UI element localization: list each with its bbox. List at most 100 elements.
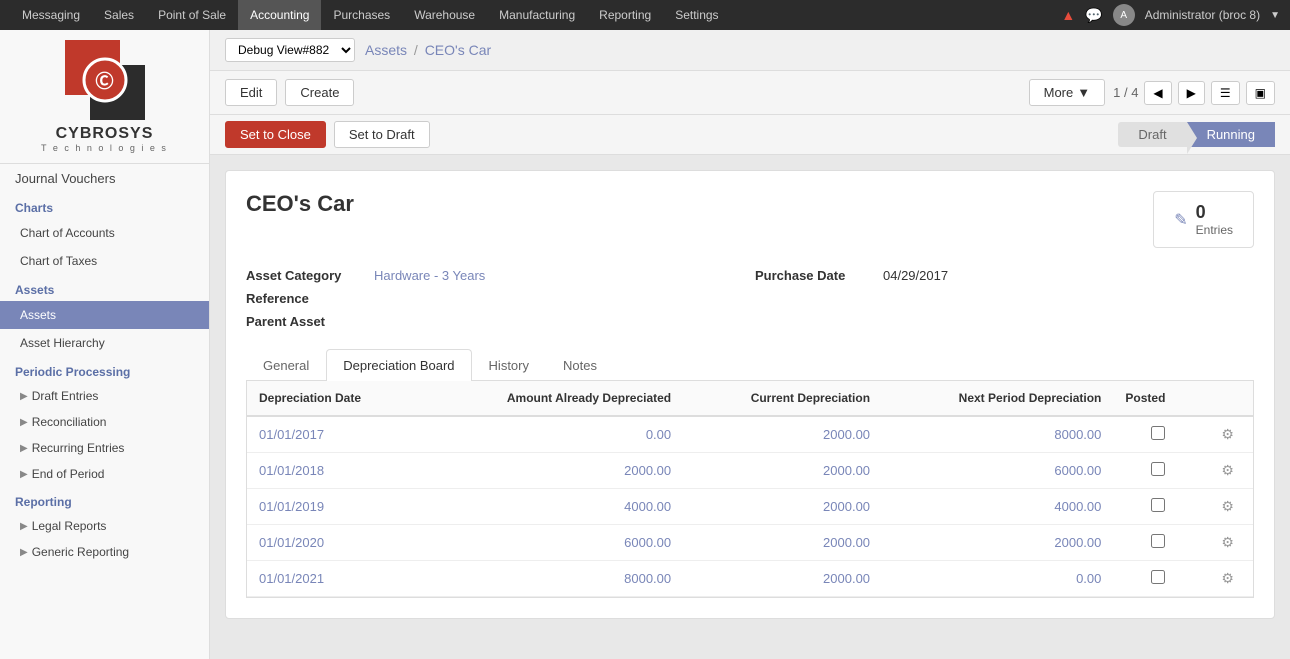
cell-action-2[interactable]: ⚙ bbox=[1202, 489, 1253, 525]
cell-posted-3[interactable] bbox=[1113, 525, 1202, 561]
nav-pos[interactable]: Point of Sale bbox=[146, 0, 238, 30]
cell-action-4[interactable]: ⚙ bbox=[1202, 561, 1253, 597]
table-row: 01/01/2018 2000.00 2000.00 6000.00 ⚙ bbox=[247, 453, 1253, 489]
cell-date-1[interactable]: 01/01/2018 bbox=[247, 453, 422, 489]
nav-manufacturing[interactable]: Manufacturing bbox=[487, 0, 587, 30]
cell-amount-already-1: 2000.00 bbox=[422, 453, 683, 489]
content-area: Debug View#882 Assets / CEO's Car Edit C… bbox=[210, 30, 1290, 659]
sidebar-item-end-of-period[interactable]: ▶ End of Period bbox=[0, 461, 209, 487]
step-running[interactable]: Running bbox=[1187, 122, 1275, 147]
cell-amount-already-0: 0.00 bbox=[422, 416, 683, 453]
nav-accounting[interactable]: Accounting bbox=[238, 0, 321, 30]
cell-date-2[interactable]: 01/01/2019 bbox=[247, 489, 422, 525]
parent-asset-row: Parent Asset bbox=[246, 314, 745, 329]
nav-sales[interactable]: Sales bbox=[92, 0, 146, 30]
arrow-icon: ▶ bbox=[20, 417, 28, 428]
cell-action-3[interactable]: ⚙ bbox=[1202, 525, 1253, 561]
sidebar-item-legal-reports[interactable]: ▶ Legal Reports bbox=[0, 513, 209, 539]
sidebar-item-assets[interactable]: Assets bbox=[0, 301, 209, 329]
nav-purchases[interactable]: Purchases bbox=[321, 0, 402, 30]
debug-select[interactable]: Debug View#882 bbox=[225, 38, 355, 62]
sidebar-section-periodic: Periodic Processing bbox=[0, 357, 209, 383]
asset-card: CEO's Car ✎ 0 Entries Asset Category bbox=[225, 170, 1275, 619]
entries-box[interactable]: ✎ 0 Entries bbox=[1153, 191, 1254, 248]
set-to-close-button[interactable]: Set to Close bbox=[225, 121, 326, 148]
list-view-button[interactable]: ☰ bbox=[1211, 81, 1240, 105]
logo-box: Ⓒ bbox=[65, 40, 145, 120]
sidebar-item-chart-of-accounts[interactable]: Chart of Accounts bbox=[0, 219, 209, 247]
dropdown-arrow-icon: ▼ bbox=[1077, 85, 1090, 100]
nav-settings[interactable]: Settings bbox=[663, 0, 730, 30]
logo-inner: Ⓒ bbox=[96, 67, 114, 93]
table-row: 01/01/2020 6000.00 2000.00 2000.00 ⚙ bbox=[247, 525, 1253, 561]
cell-posted-4[interactable] bbox=[1113, 561, 1202, 597]
sidebar-item-journal-vouchers[interactable]: Journal Vouchers bbox=[0, 164, 209, 193]
create-button[interactable]: Create bbox=[285, 79, 354, 106]
user-dropdown-icon[interactable]: ▼ bbox=[1270, 10, 1280, 21]
cell-posted-1[interactable] bbox=[1113, 453, 1202, 489]
asset-category-value[interactable]: Hardware - 3 Years bbox=[374, 268, 485, 283]
arrow-icon: ▶ bbox=[20, 391, 28, 402]
card-view-button[interactable]: ▣ bbox=[1246, 81, 1275, 105]
purchase-date-value: 04/29/2017 bbox=[883, 268, 948, 283]
cell-date-4[interactable]: 01/01/2021 bbox=[247, 561, 422, 597]
cell-next-period-2: 4000.00 bbox=[882, 489, 1113, 525]
sidebar-item-draft-entries[interactable]: ▶ Draft Entries bbox=[0, 383, 209, 409]
table-row: 01/01/2017 0.00 2000.00 8000.00 ⚙ bbox=[247, 416, 1253, 453]
step-draft[interactable]: Draft bbox=[1118, 122, 1186, 147]
breadcrumb-parent[interactable]: Assets bbox=[365, 42, 407, 58]
nav-warehouse[interactable]: Warehouse bbox=[402, 0, 487, 30]
nav-messaging[interactable]: Messaging bbox=[10, 0, 92, 30]
chat-icon[interactable]: 💬 bbox=[1085, 7, 1102, 24]
page-nav: 1 / 4 bbox=[1113, 85, 1138, 100]
nav-reporting[interactable]: Reporting bbox=[587, 0, 663, 30]
top-nav-right: ▲ 💬 A Administrator (broc 8) ▼ bbox=[1061, 4, 1280, 26]
cell-action-0[interactable]: ⚙ bbox=[1202, 416, 1253, 453]
asset-title: CEO's Car bbox=[246, 191, 354, 217]
cell-date-3[interactable]: 01/01/2020 bbox=[247, 525, 422, 561]
col-amount-already: Amount Already Depreciated bbox=[422, 381, 683, 416]
tab-depreciation-board[interactable]: Depreciation Board bbox=[326, 349, 471, 381]
breadcrumb-separator: / bbox=[414, 42, 418, 58]
cell-current-dep-4: 2000.00 bbox=[683, 561, 882, 597]
sidebar-item-reconciliation[interactable]: ▶ Reconciliation bbox=[0, 409, 209, 435]
sidebar-item-recurring-entries[interactable]: ▶ Recurring Entries bbox=[0, 435, 209, 461]
cell-current-dep-0: 2000.00 bbox=[683, 416, 882, 453]
cell-amount-already-4: 8000.00 bbox=[422, 561, 683, 597]
tab-notes[interactable]: Notes bbox=[546, 349, 614, 381]
brand-name: CYBROSYS bbox=[41, 125, 168, 143]
cell-posted-2[interactable] bbox=[1113, 489, 1202, 525]
cell-next-period-4: 0.00 bbox=[882, 561, 1113, 597]
cell-posted-0[interactable] bbox=[1113, 416, 1202, 453]
set-to-draft-button[interactable]: Set to Draft bbox=[334, 121, 430, 148]
cell-amount-already-2: 4000.00 bbox=[422, 489, 683, 525]
status-bar: Set to Close Set to Draft Draft Running bbox=[210, 115, 1290, 155]
cell-date-0[interactable]: 01/01/2017 bbox=[247, 416, 422, 453]
arrow-icon: ▶ bbox=[20, 443, 28, 454]
col-depreciation-date: Depreciation Date bbox=[247, 381, 422, 416]
alert-icon[interactable]: ▲ bbox=[1061, 7, 1075, 23]
table-body: 01/01/2017 0.00 2000.00 8000.00 ⚙ 01/01/… bbox=[247, 416, 1253, 597]
sidebar-item-asset-hierarchy[interactable]: Asset Hierarchy bbox=[0, 329, 209, 357]
arrow-icon: ▶ bbox=[20, 521, 28, 532]
col-current-dep: Current Depreciation bbox=[683, 381, 882, 416]
more-button[interactable]: More ▼ bbox=[1029, 79, 1106, 106]
cell-next-period-0: 8000.00 bbox=[882, 416, 1113, 453]
entries-label: Entries bbox=[1196, 223, 1233, 237]
parent-asset-label: Parent Asset bbox=[246, 314, 366, 329]
col-next-period: Next Period Depreciation bbox=[882, 381, 1113, 416]
next-page-button[interactable]: ▶ bbox=[1178, 81, 1205, 105]
sidebar-item-chart-of-taxes[interactable]: Chart of Taxes bbox=[0, 247, 209, 275]
user-info[interactable]: Administrator (broc 8) bbox=[1145, 8, 1260, 22]
tab-general[interactable]: General bbox=[246, 349, 326, 381]
cell-action-1[interactable]: ⚙ bbox=[1202, 453, 1253, 489]
entries-count: 0 bbox=[1196, 202, 1233, 223]
tabs: General Depreciation Board History Notes bbox=[246, 349, 1254, 381]
prev-page-button[interactable]: ◀ bbox=[1144, 81, 1171, 105]
pencil-icon: ✎ bbox=[1174, 210, 1187, 230]
tab-history[interactable]: History bbox=[472, 349, 546, 381]
depreciation-table: Depreciation Date Amount Already Depreci… bbox=[247, 381, 1253, 597]
toolbar-right: 1 / 4 ◀ ▶ ☰ ▣ bbox=[1113, 81, 1275, 105]
edit-button[interactable]: Edit bbox=[225, 79, 277, 106]
sidebar-item-generic-reporting[interactable]: ▶ Generic Reporting bbox=[0, 539, 209, 565]
